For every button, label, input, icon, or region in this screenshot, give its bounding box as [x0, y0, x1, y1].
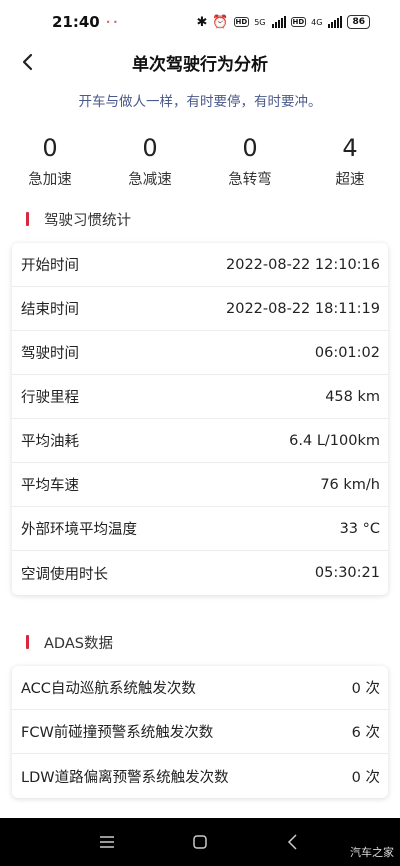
habits-card: 开始时间 2022-08-22 12:10:16 结束时间 2022-08-22 1…: [12, 243, 388, 595]
counter-value: 0: [242, 134, 258, 162]
row-label: 驾驶时间: [21, 346, 79, 362]
counter-label: 急减速: [128, 172, 172, 188]
row-value: 2022-08-22 18:11:19: [226, 300, 380, 317]
home-icon: [193, 835, 207, 849]
status-bar: 21:40 • • ✱ ⏰ HD 5G HD 4G 86: [0, 0, 400, 44]
row-value: 0 次: [351, 769, 380, 786]
section-accent-bar: [26, 212, 29, 226]
list-item: 行驶里程 458 km: [12, 375, 388, 419]
row-label: FCW前碰撞预警系统触发次数: [21, 725, 214, 741]
list-item: LDW道路偏离预警系统触发次数 0 次: [12, 754, 388, 798]
list-item: FCW前碰撞预警系统触发次数 6 次: [12, 710, 388, 754]
network-5g: 5G: [254, 17, 266, 27]
back-button[interactable]: [14, 48, 42, 76]
row-label: 开始时间: [21, 258, 79, 274]
list-item: 驾驶时间 06:01:02: [12, 331, 388, 375]
row-value: 2022-08-22 12:10:16: [226, 256, 380, 273]
signal-icon-2: [328, 16, 343, 28]
battery-icon: 86: [347, 15, 370, 29]
list-item: 平均车速 76 km/h: [12, 463, 388, 507]
row-value: 458 km: [325, 388, 380, 405]
section-title-text: ADAS数据: [44, 635, 113, 652]
network-4g: 4G: [311, 17, 323, 27]
counter-label: 急加速: [28, 172, 72, 188]
counter-hard-braking: 0 急减速: [100, 132, 200, 192]
counter-value: 0: [142, 134, 158, 162]
row-value: 33 °C: [339, 520, 380, 537]
counter-value: 4: [342, 134, 358, 162]
section-habits-title: 驾驶习惯统计: [0, 208, 400, 230]
page-subtitle: 开车与做人一样，有时要停，有时要冲。: [78, 94, 322, 110]
row-label: 空调使用时长: [21, 566, 108, 583]
counter-hard-acceleration: 0 急加速: [0, 132, 100, 192]
row-value: 6 次: [351, 725, 380, 741]
nav-back-icon: [288, 834, 297, 850]
list-item: ACC自动巡航系统触发次数 0 次: [12, 666, 388, 710]
list-item: 空调使用时长 05:30:21: [12, 551, 388, 595]
counter-label: 急转弯: [228, 172, 272, 188]
watermark: 汽车之家: [350, 846, 394, 859]
list-item: 开始时间 2022-08-22 12:10:16: [12, 243, 388, 287]
counter-speeding: 4 超速: [300, 132, 400, 192]
counter-value: 0: [42, 134, 58, 162]
row-value: 76 km/h: [320, 476, 380, 493]
menu-button[interactable]: [93, 828, 121, 856]
notification-dots: • •: [105, 17, 118, 27]
hd-badge: HD: [233, 17, 250, 27]
system-nav-bar: 汽车之家: [0, 818, 400, 866]
row-value: 05:30:21: [314, 565, 380, 581]
bluetooth-icon: ✱: [196, 14, 208, 30]
list-item: 结束时间 2022-08-22 18:11:19: [12, 287, 388, 331]
adas-card: ACC自动巡航系统触发次数 0 次 FCW前碰撞预警系统触发次数 6 次 LDW道路…: [12, 666, 388, 798]
menu-icon: [99, 836, 114, 848]
back-icon: [22, 53, 33, 71]
row-label: 外部环境平均温度: [21, 522, 137, 538]
list-item: 外部环境平均温度 33 °C: [12, 507, 388, 551]
page-title: 单次驾驶行为分析: [132, 54, 268, 75]
row-label: ACC自动巡航系统触发次数: [21, 681, 196, 697]
list-item: 平均油耗 6.4 L/100km: [12, 419, 388, 463]
alarm-icon: ⏰: [212, 14, 229, 30]
nav-back-button[interactable]: [279, 828, 307, 856]
row-value: 06:01:02: [314, 344, 380, 361]
row-label: LDW道路偏离预警系统触发次数: [21, 769, 229, 786]
counter-sharp-turn: 0 急转弯: [200, 132, 300, 192]
status-time: 21:40: [52, 13, 100, 31]
event-counters: 0 急加速 0 急减速 0 急转弯 4 超速: [0, 132, 400, 192]
row-label: 结束时间: [21, 302, 79, 318]
counter-label: 超速: [335, 172, 365, 188]
section-adas-title: ADAS数据: [0, 631, 400, 653]
section-title-text: 驾驶习惯统计: [44, 212, 131, 229]
row-label: 平均油耗: [21, 434, 79, 450]
section-accent-bar: [26, 635, 29, 649]
row-label: 平均车速: [21, 478, 79, 494]
hd-badge-2: HD: [290, 17, 307, 27]
row-value: 0 次: [351, 681, 380, 697]
row-value: 6.4 L/100km: [289, 432, 380, 449]
home-button[interactable]: [186, 828, 214, 856]
signal-icon: [271, 16, 286, 28]
header: 单次驾驶行为分析: [0, 44, 400, 80]
row-label: 行驶里程: [21, 390, 79, 406]
